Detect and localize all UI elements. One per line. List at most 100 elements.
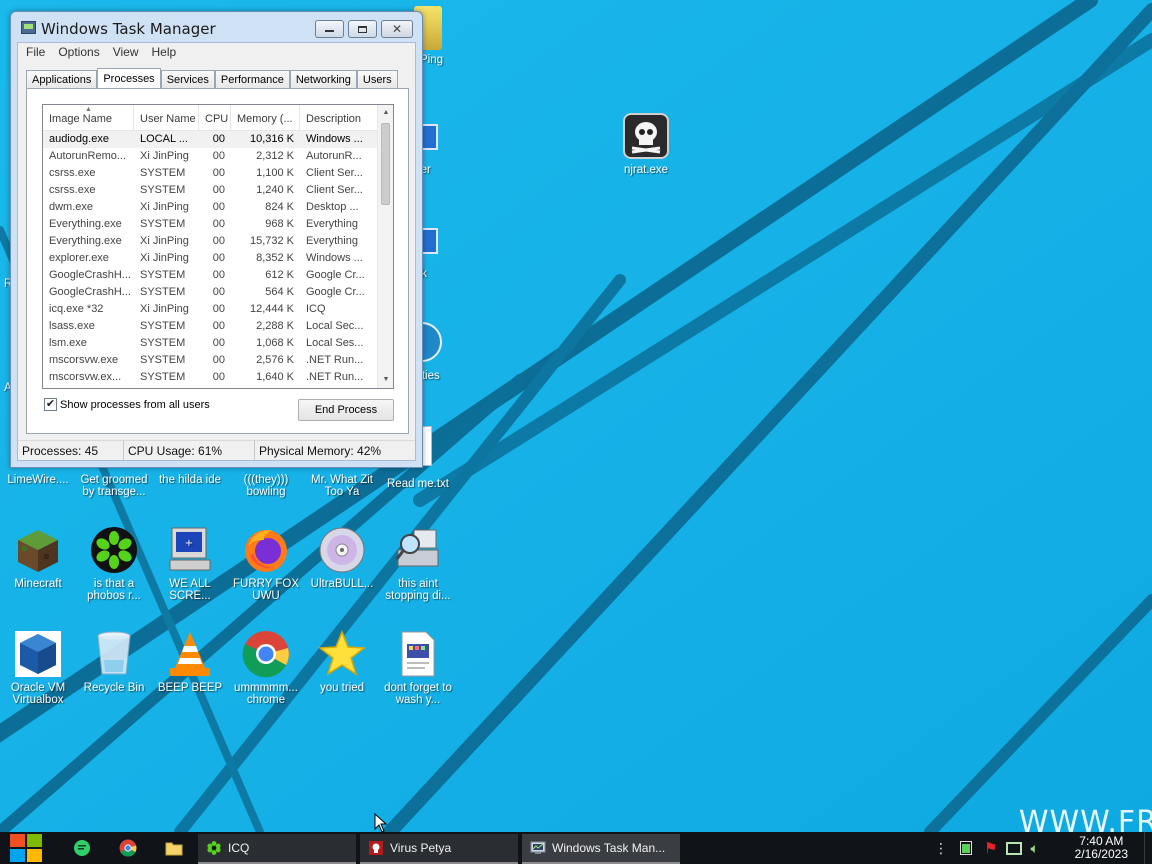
minecraft-icon <box>14 526 62 574</box>
cell-description: Local Sec... <box>306 320 364 332</box>
cell-user-name: Xi JinPing <box>140 235 189 247</box>
task-manager-icon <box>530 841 546 854</box>
cell-cpu: 00 <box>212 184 225 196</box>
desktop-icon-you-tried[interactable]: you tried <box>304 629 380 694</box>
table-row[interactable]: mscorsvw.ex... SYSTEM 00 1,640 K .NET Run... <box>43 369 378 386</box>
tab-networking[interactable]: Networking <box>289 70 357 89</box>
tab-applications[interactable]: Applications <box>26 70 98 89</box>
star-icon <box>317 629 367 678</box>
desktop-icon-we-all-scream[interactable]: + WE ALL SCRE... <box>152 526 228 602</box>
table-row[interactable]: mscorsvw.exe SYSTEM 00 2,576 K .NET Run... <box>43 352 378 369</box>
desktop-icon-mr-what-zit[interactable]: Mr. What Zit Too Ya <box>304 474 380 498</box>
chat-icon <box>74 840 90 856</box>
column-user-name[interactable]: User Name <box>134 105 199 131</box>
cell-cpu: 00 <box>212 354 225 366</box>
cell-image-name: GoogleCrashH... <box>49 269 131 281</box>
network-icon[interactable] <box>1006 841 1023 855</box>
start-button[interactable] <box>8 832 44 864</box>
taskbar-button-task-manager[interactable]: Windows Task Man... <box>522 834 680 864</box>
table-row[interactable]: Everything.exe Xi JinPing 00 15,732 K Everyt… <box>43 233 378 250</box>
table-row[interactable]: icq.exe *32 Xi JinPing 00 12,444 K ICQ <box>43 301 378 318</box>
desktop-icon-dont-forget[interactable]: dont forget to wash y... <box>380 630 456 706</box>
desktop-icon-chrome[interactable]: ummmmm... chrome <box>228 630 304 706</box>
scroll-up-icon[interactable]: ▲ <box>378 105 393 121</box>
menu-options[interactable]: Options <box>58 43 106 61</box>
cell-memory: 824 K <box>265 201 294 213</box>
system-clock[interactable]: 7:40 AM 2/16/2023 <box>1075 835 1128 861</box>
desktop-icon-recycle-bin[interactable]: Recycle Bin <box>76 630 152 694</box>
taskbar-pin-messenger[interactable] <box>68 832 96 864</box>
cell-user-name: SYSTEM <box>140 184 186 196</box>
desktop-icon-bowling[interactable]: (((they))) bowling <box>228 474 304 498</box>
table-row[interactable]: dwm.exe Xi JinPing 00 824 K Desktop ... <box>43 199 378 216</box>
process-list[interactable]: ▲ Image Name User Name CPU Memory (... De… <box>42 104 394 389</box>
tray-battery-icon[interactable] <box>960 841 972 855</box>
table-row[interactable]: csrss.exe SYSTEM 00 1,240 K Client Ser... <box>43 182 378 199</box>
table-row[interactable]: Everything.exe SYSTEM 00 968 K Everything <box>43 216 378 233</box>
document-icon <box>394 630 442 678</box>
cell-user-name: SYSTEM <box>140 167 186 179</box>
system-tray: ⋮ ⚑ 🔈︎ <box>934 832 1039 864</box>
action-center-flag-icon[interactable]: ⚑ <box>984 839 997 857</box>
windows-logo-icon <box>10 834 42 862</box>
desktop-icon-hilda[interactable]: the hilda ide <box>152 474 228 486</box>
tab-processes[interactable]: Processes <box>97 68 161 89</box>
tab-performance[interactable]: Performance <box>214 70 290 89</box>
desktop-icon-get-groomed[interactable]: Get groomed by transge... <box>76 474 152 498</box>
table-row[interactable]: AutorunRemo... Xi JinPing 00 2,312 K Autorun… <box>43 148 378 165</box>
desktop-icon-phobos[interactable]: is that a phobos r... <box>76 526 152 602</box>
title-bar[interactable]: Windows Task Manager ✕ <box>11 12 422 42</box>
desktop-icon-limewire[interactable]: LimeWire.... <box>0 474 76 486</box>
desktop-icon-minecraft[interactable]: Minecraft <box>0 526 76 590</box>
column-image-name[interactable]: ▲ Image Name <box>43 105 134 131</box>
column-description[interactable]: Description <box>300 105 378 131</box>
table-row[interactable]: csrss.exe SYSTEM 00 1,100 K Client Ser... <box>43 165 378 182</box>
menu-help[interactable]: Help <box>152 43 184 61</box>
desktop-icon-this-aint-stopping[interactable]: this aint stopping di... <box>380 526 456 602</box>
cell-description: Desktop ... <box>306 201 359 213</box>
taskbar-pin-chrome[interactable] <box>114 832 142 864</box>
desktop-icon-furry-fox[interactable]: FURRY FOX UWU <box>228 526 304 602</box>
table-row[interactable]: GoogleCrashH... SYSTEM 00 612 K Google Cr... <box>43 267 378 284</box>
cell-description: Client Ser... <box>306 184 363 196</box>
taskbar-button-icq[interactable]: ICQ <box>198 834 356 864</box>
table-row[interactable]: audiodg.exe LOCAL ... 00 10,316 K Windows ..… <box>43 131 378 148</box>
cell-memory: 968 K <box>265 218 294 230</box>
end-process-button[interactable]: End Process <box>298 399 394 421</box>
taskbar-pin-explorer[interactable] <box>160 832 188 864</box>
column-cpu[interactable]: CPU <box>199 105 231 131</box>
task-manager-window[interactable]: Windows Task Manager ✕ File Options View… <box>10 11 423 468</box>
menu-file[interactable]: File <box>26 43 52 61</box>
disc-icon <box>318 526 366 574</box>
maximize-button[interactable] <box>348 20 377 38</box>
table-row[interactable]: lsm.exe SYSTEM 00 1,068 K Local Ses... <box>43 335 378 352</box>
show-all-checkbox[interactable]: ✔ <box>44 398 57 411</box>
window-title: Windows Task Manager <box>41 20 216 38</box>
volume-icon[interactable]: 🔈︎ <box>1030 840 1038 857</box>
desktop-icon-virtualbox[interactable]: Oracle VM Virtualbox <box>0 630 76 706</box>
column-memory[interactable]: Memory (... <box>231 105 300 131</box>
show-desktop-button[interactable] <box>1144 832 1152 864</box>
taskbar-button-virus-petya[interactable]: Virus Petya <box>360 834 518 864</box>
desktop-icon-njrat[interactable]: njrat.exe <box>608 112 684 176</box>
scrollbar-thumb[interactable] <box>381 123 390 205</box>
computer-icon: + <box>166 526 214 574</box>
scroll-down-icon[interactable]: ▼ <box>378 372 393 388</box>
tray-overflow-icon[interactable]: ⋮ <box>934 840 948 857</box>
cell-memory: 10,316 K <box>249 133 294 145</box>
show-all-processes[interactable]: ✔ Show processes from all users <box>44 398 210 411</box>
table-row[interactable]: lsass.exe SYSTEM 00 2,288 K Local Sec... <box>43 318 378 335</box>
cell-description: Windows ... <box>306 252 363 264</box>
minimize-button[interactable] <box>315 20 344 38</box>
desktop-icon-beep-beep[interactable]: BEEP BEEP <box>152 630 228 694</box>
table-row[interactable]: GoogleCrashH... SYSTEM 00 564 K Google Cr... <box>43 284 378 301</box>
status-processes: Processes: 45 <box>18 441 124 460</box>
menu-view[interactable]: View <box>113 43 146 61</box>
cell-user-name: SYSTEM <box>140 337 186 349</box>
tab-users[interactable]: Users <box>356 70 398 89</box>
tab-services[interactable]: Services <box>160 70 215 89</box>
close-button[interactable]: ✕ <box>381 20 413 38</box>
desktop-icon-ultrabull[interactable]: UltraBULL... <box>304 526 380 590</box>
table-row[interactable]: explorer.exe Xi JinPing 00 8,352 K Windows .… <box>43 250 378 267</box>
process-list-scrollbar[interactable]: ▲ ▼ <box>377 105 393 388</box>
